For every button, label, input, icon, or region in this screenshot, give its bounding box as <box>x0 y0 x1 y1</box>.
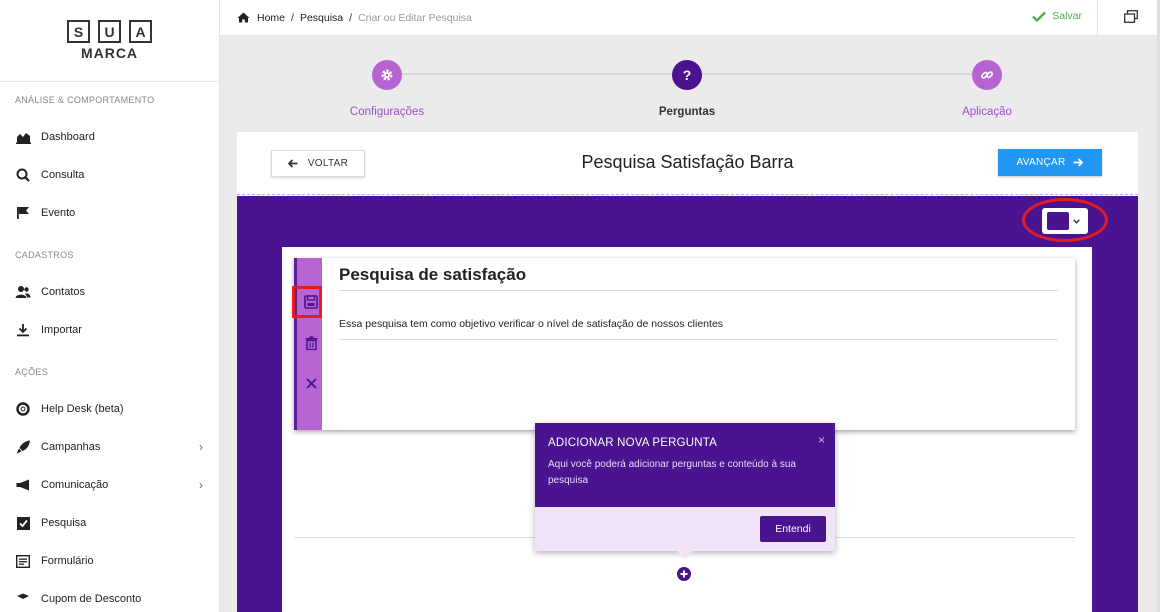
next-button[interactable]: AVANÇAR <box>998 149 1102 176</box>
arrow-right-icon <box>1073 158 1084 167</box>
survey-header-card[interactable]: Pesquisa de satisfação Essa pesquisa tem… <box>292 258 1075 430</box>
sidebar-item-label: Consulta <box>41 169 85 181</box>
chevron-right-icon: › <box>199 440 203 454</box>
logo-letter: S <box>67 20 90 43</box>
chevron-right-icon: › <box>199 478 203 492</box>
home-icon[interactable] <box>237 12 250 23</box>
gear-icon <box>372 60 402 90</box>
step-aplicacao[interactable]: Aplicação <box>907 60 1067 118</box>
download-icon <box>15 322 31 338</box>
sidebar-item-label: Contatos <box>41 286 86 298</box>
close-icon[interactable]: × <box>818 433 825 447</box>
sidebar-item-label: Evento <box>41 207 76 219</box>
sidebar-item-comunicacao[interactable]: Comunicação › <box>0 466 219 504</box>
step-configuracoes[interactable]: Configurações <box>307 60 467 118</box>
step-label: Aplicação <box>962 106 1012 118</box>
title-underline <box>339 290 1058 291</box>
breadcrumb-separator: / <box>349 11 353 24</box>
breadcrumb-current: Criar ou Editar Pesquisa <box>358 11 472 24</box>
check-icon <box>1032 11 1047 22</box>
logo-letter: U <box>98 20 121 43</box>
question-icon: ? <box>672 60 702 90</box>
window-restore-icon[interactable] <box>1124 10 1138 28</box>
brand-logo[interactable]: S U A MARCA <box>0 0 219 82</box>
sidebar-item-contatos[interactable]: Contatos <box>0 273 219 311</box>
tooltip-arrow <box>677 551 693 559</box>
sidebar-item-label: Dashboard <box>41 131 95 143</box>
breadcrumb-separator: / <box>291 11 294 24</box>
sidebar-item-label: Pesquisa <box>41 517 87 529</box>
sidebar-item-label: Importar <box>41 324 82 336</box>
search-icon <box>15 167 31 183</box>
breadcrumb: Home / Pesquisa / Criar ou Editar Pesqui… <box>220 12 472 24</box>
tooltip-footer: Entendi <box>535 507 835 551</box>
tooltip-title: ADICIONAR NOVA PERGUNTA <box>548 437 718 449</box>
section-title-analise: ANÁLISE & COMPORTAMENTO <box>15 95 155 105</box>
got-it-button[interactable]: Entendi <box>760 516 826 542</box>
coupon-icon <box>15 591 31 607</box>
checkbox-icon <box>15 515 31 531</box>
logo-subtitle: MARCA <box>80 45 139 61</box>
sidebar-item-label: Campanhas <box>41 441 101 453</box>
close-icon[interactable] <box>300 372 322 394</box>
section-title-acoes: AÇÕES <box>15 367 49 377</box>
sidebar-item-label: Cupom de Desconto <box>41 593 142 605</box>
add-question-button[interactable] <box>677 567 691 586</box>
tooltip-body: ADICIONAR NOVA PERGUNTA Aqui você poderá… <box>535 423 835 507</box>
stepper: Configurações ? Perguntas Aplicação <box>220 36 1154 132</box>
tooltip-text: Aqui você poderá adicionar perguntas e c… <box>548 459 796 486</box>
sidebar-item-importar[interactable]: Importar <box>0 311 219 349</box>
highlight-ellipse <box>1022 198 1108 242</box>
sidebar: S U A MARCA ANÁLISE & COMPORTAMENTO Dash… <box>0 0 220 612</box>
megaphone-icon <box>15 477 31 493</box>
form-icon <box>15 553 31 569</box>
description-underline <box>339 339 1058 340</box>
sidebar-item-evento[interactable]: Evento <box>0 194 219 232</box>
survey-title[interactable]: Pesquisa de satisfação <box>339 265 526 285</box>
sidebar-item-help-desk[interactable]: Help Desk (beta) <box>0 390 219 428</box>
onboarding-tooltip: ADICIONAR NOVA PERGUNTA Aqui você poderá… <box>535 423 835 559</box>
step-label: Perguntas <box>658 106 716 118</box>
sidebar-item-pesquisa[interactable]: Pesquisa <box>0 504 219 542</box>
section-title-cadastros: CADASTROS <box>15 250 74 260</box>
breadcrumb-pesquisa[interactable]: Pesquisa <box>300 12 343 24</box>
logo-letter: A <box>129 20 152 43</box>
highlight-rectangle <box>292 286 322 318</box>
rocket-icon <box>15 439 31 455</box>
contacts-icon <box>15 284 31 300</box>
step-perguntas[interactable]: ? Perguntas <box>607 60 767 118</box>
save-label: Salvar <box>1052 10 1082 22</box>
sidebar-item-dashboard[interactable]: Dashboard <box>0 118 219 156</box>
flag-icon <box>15 205 31 221</box>
step-label: Configurações <box>349 106 425 118</box>
lifebuoy-icon <box>15 401 31 417</box>
top-bar: Home / Pesquisa / Criar ou Editar Pesqui… <box>220 0 1160 36</box>
sidebar-item-label: Comunicação <box>41 479 109 491</box>
sidebar-item-campanhas[interactable]: Campanhas › <box>0 428 219 466</box>
card-header: VOLTAR Pesquisa Satisfação Barra AVANÇAR <box>237 132 1138 195</box>
chart-area-icon <box>15 129 31 145</box>
save-button[interactable]: Salvar <box>1032 10 1082 22</box>
link-icon <box>972 60 1002 90</box>
sidebar-item-cupom[interactable]: Cupom de Desconto <box>0 580 219 612</box>
breadcrumb-home[interactable]: Home <box>257 12 285 24</box>
sidebar-item-label: Help Desk (beta) <box>41 403 124 415</box>
trash-icon[interactable] <box>300 332 322 354</box>
sidebar-item-label: Formulário <box>41 555 94 567</box>
survey-description[interactable]: Essa pesquisa tem como objetivo verifica… <box>339 318 723 330</box>
question-toolbar <box>294 258 322 430</box>
top-divider <box>1097 0 1098 36</box>
next-label: AVANÇAR <box>1016 157 1066 168</box>
sidebar-item-consulta[interactable]: Consulta <box>0 156 219 194</box>
sidebar-item-formulario[interactable]: Formulário <box>0 542 219 580</box>
